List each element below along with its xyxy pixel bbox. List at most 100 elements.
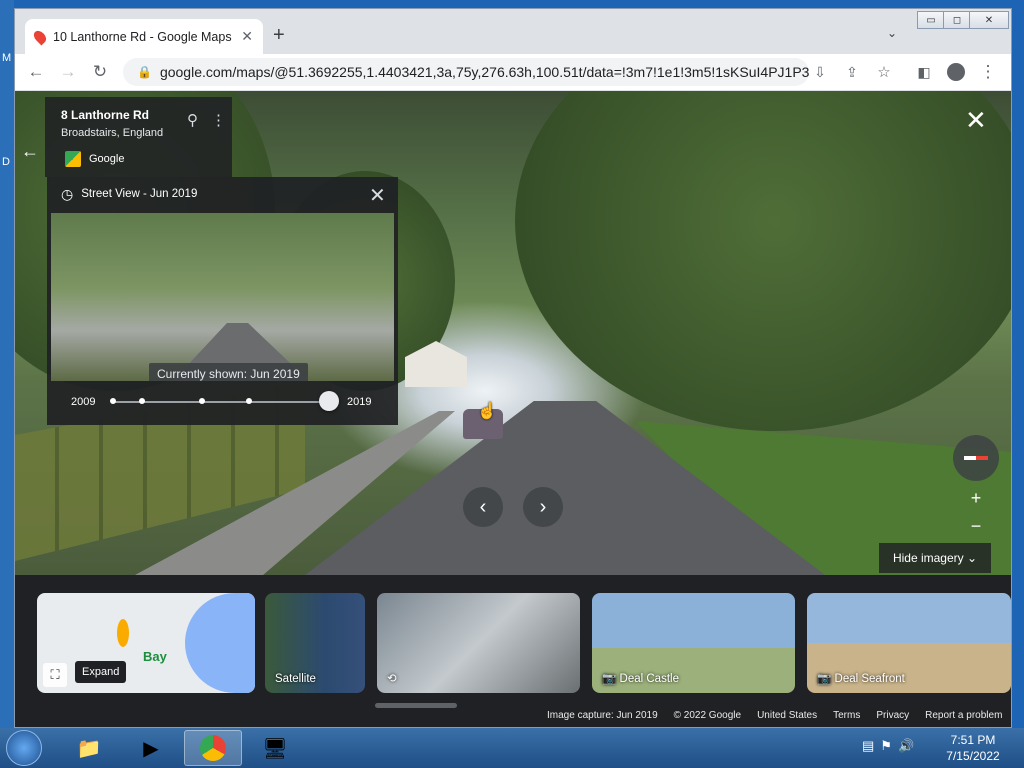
share-button[interactable]: ⇪: [839, 60, 865, 84]
slider-stop[interactable]: [110, 398, 116, 404]
zoom-in-button[interactable]: +: [965, 487, 987, 509]
satellite-card[interactable]: Satellite: [265, 593, 365, 693]
compass-button[interactable]: [953, 435, 999, 481]
currently-shown-label: Currently shown: Jun 2019: [149, 363, 308, 381]
desktop-icon-label: M: [2, 52, 12, 64]
image-capture-date: Image capture: Jun 2019: [547, 709, 658, 721]
new-tab-button[interactable]: +: [273, 25, 285, 45]
side-panel-button[interactable]: ◧: [911, 60, 937, 84]
prev-arrow-button[interactable]: ‹: [463, 487, 503, 527]
deal-castle-card[interactable]: 📷 Deal Castle: [592, 593, 795, 693]
privacy-link[interactable]: Privacy: [876, 710, 909, 721]
folder-icon: 📁: [76, 737, 102, 760]
install-app-button[interactable]: ⇩: [807, 60, 833, 84]
tab-search-button[interactable]: ⌄: [887, 26, 897, 40]
camera-icon: 📷: [817, 673, 835, 685]
control-panel-icon: 🖥: [262, 737, 288, 760]
street-view-photo-card[interactable]: ⟲: [377, 593, 580, 693]
tree-canopy: [515, 91, 1011, 431]
history-icon: ◷: [61, 185, 74, 202]
compass-needle-icon: [964, 456, 988, 460]
location-pin-icon[interactable]: ⚲: [187, 111, 198, 129]
satellite-label: Satellite: [275, 673, 316, 685]
profile-button[interactable]: [943, 60, 969, 84]
menu-button[interactable]: ⋮: [975, 60, 1001, 84]
year-slider-track[interactable]: [113, 401, 333, 403]
pegman-pin-icon: [117, 619, 129, 647]
volume-icon: 🔊: [897, 738, 921, 753]
hide-imagery-button[interactable]: Hide imagery ⌄: [879, 543, 991, 573]
start-year-label: 2009: [71, 396, 96, 408]
reload-button[interactable]: ↻: [87, 60, 113, 84]
sea-area: [185, 593, 255, 693]
map-footer: Image capture: Jun 2019 © 2022 Google Un…: [541, 707, 1011, 723]
tab-close-icon[interactable]: ✕: [241, 28, 253, 45]
terms-link[interactable]: Terms: [833, 710, 860, 721]
slider-stop[interactable]: [199, 398, 205, 404]
zoom-out-button[interactable]: −: [965, 515, 987, 537]
avatar-icon: [947, 63, 965, 81]
time-machine-title: Street View - Jun 2019: [81, 188, 198, 200]
deal-seafront-card[interactable]: 📷 Deal Seafront: [807, 593, 1011, 693]
slider-stop[interactable]: [139, 398, 145, 404]
deal-castle-label: 📷 Deal Castle: [602, 671, 679, 685]
google-maps-logo-icon: [65, 151, 81, 167]
end-year-label: 2019: [347, 396, 372, 408]
deal-seafront-label: 📷 Deal Seafront: [817, 671, 905, 685]
time-machine-panel: ◷ Street View - Jun 2019 ✕ Currently sho…: [47, 177, 398, 425]
time-machine-header[interactable]: ◷ Street View - Jun 2019: [47, 177, 398, 211]
arrow-left-icon: ←: [27, 62, 45, 81]
side-panel-icon: ◧: [917, 63, 931, 80]
tab-title: 10 Lanthorne Rd - Google Maps: [53, 29, 232, 44]
close-window-button[interactable]: ✕: [969, 11, 1009, 29]
browser-window: 10 Lanthorne Rd - Google Maps ✕ + ⌄ ▭ ◻ …: [14, 8, 1012, 728]
minimize-button[interactable]: ▭: [917, 11, 945, 29]
taskbar-explorer[interactable]: 📁: [60, 730, 118, 766]
bookmark-button[interactable]: ☆: [871, 60, 897, 84]
maps-viewport: ← 8 Lanthorne Rd Broadstairs, England ⚲ …: [15, 91, 1011, 727]
place-title[interactable]: 8 Lanthorne Rd: [61, 108, 149, 122]
clock-time: 7:51 PM: [950, 733, 996, 747]
system-tray[interactable]: ▤⚑🔊: [862, 738, 920, 754]
taskbar-control-panel[interactable]: 🖥: [246, 730, 304, 766]
browser-toolbar: ← → ↻ 🔒 google.com/maps/@51.3692255,1.44…: [15, 54, 1011, 90]
exit-street-view-button[interactable]: ←: [21, 141, 39, 162]
maps-favicon-icon: [31, 28, 49, 45]
year-slider-handle[interactable]: [319, 391, 339, 411]
address-bar[interactable]: 🔒 google.com/maps/@51.3692255,1.4403421,…: [123, 58, 809, 86]
close-time-machine-icon[interactable]: ✕: [369, 183, 386, 208]
clock[interactable]: 7:51 PM 7/15/2022: [940, 732, 1006, 764]
taskbar-chrome[interactable]: [184, 730, 242, 766]
desktop-edge: M D: [0, 0, 14, 730]
tab-strip: 10 Lanthorne Rd - Google Maps ✕ + ⌄ ▭ ◻ …: [15, 9, 1011, 54]
media-player-icon: ▶: [143, 737, 159, 760]
imagery-carousel: Bay ⛶ Expand Satellite ⟲ 📷 Deal Castle 📷…: [15, 575, 1011, 727]
maximize-button[interactable]: ◻: [943, 11, 971, 29]
imagery-source: Google: [89, 153, 125, 165]
report-problem-link[interactable]: Report a problem: [925, 710, 1002, 721]
place-card: 8 Lanthorne Rd Broadstairs, England ⚲ ⋮ …: [45, 97, 232, 177]
desktop-icon-label: D: [2, 156, 10, 168]
hand-cursor-icon: ☝: [477, 403, 497, 420]
expand-tooltip: Expand: [75, 661, 127, 683]
slider-stop[interactable]: [246, 398, 252, 404]
windows-taskbar: 📁 ▶ 🖥 ▤⚑🔊 7:51 PM 7/15/2022: [0, 728, 1024, 768]
more-options-icon[interactable]: ⋮: [211, 111, 226, 129]
expand-icon[interactable]: ⛶: [43, 663, 67, 687]
start-button[interactable]: [6, 730, 42, 766]
forward-button[interactable]: →: [55, 60, 81, 84]
lock-icon: 🔒: [137, 65, 152, 79]
taskbar-media-player[interactable]: ▶: [122, 730, 180, 766]
copyright-text: © 2022 Google: [673, 709, 742, 721]
close-street-view-icon[interactable]: ✕: [965, 107, 987, 133]
clock-date: 7/15/2022: [946, 749, 1000, 763]
carousel-scrollbar[interactable]: [375, 703, 457, 708]
deal-castle-text: Deal Castle: [619, 673, 679, 685]
region-link[interactable]: United States: [757, 710, 817, 721]
url-text: google.com/maps/@51.3692255,1.4403421,3a…: [159, 64, 809, 80]
next-arrow-button[interactable]: ›: [523, 487, 563, 527]
tab-google-maps[interactable]: 10 Lanthorne Rd - Google Maps ✕: [25, 19, 263, 54]
map-place-label: Bay: [143, 649, 167, 664]
back-button[interactable]: ←: [23, 60, 49, 84]
map-thumbnail-card[interactable]: Bay ⛶ Expand: [37, 593, 255, 693]
